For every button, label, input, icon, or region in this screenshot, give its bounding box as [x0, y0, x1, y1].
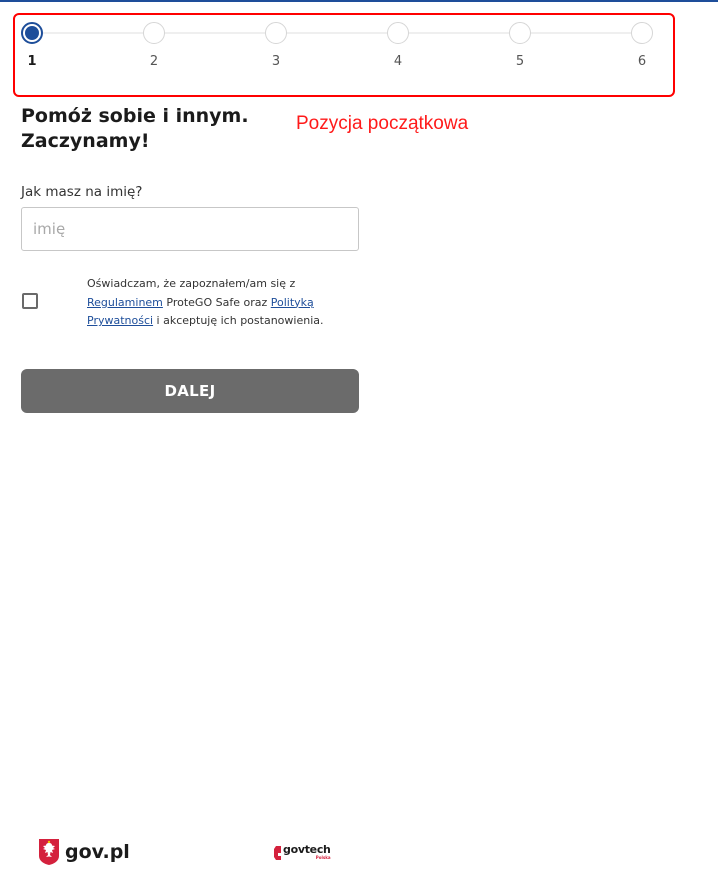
polish-eagle-emblem-icon	[39, 839, 59, 865]
name-field-label: Jak masz na imię?	[21, 184, 143, 200]
govpl-logo[interactable]: gov.pl	[38, 838, 130, 866]
govtech-wordmark: govtech Polska	[283, 843, 331, 863]
annotation-label: Pozycja początkowa	[296, 113, 469, 134]
name-input[interactable]	[21, 207, 359, 251]
page-title: Pomóż sobie i innym. Zaczynamy!	[21, 105, 249, 152]
annotation-highlight-box	[13, 13, 675, 97]
consent-text-middle: ProteGO Safe oraz	[162, 295, 271, 309]
consent-checkbox[interactable]	[22, 293, 38, 309]
next-button[interactable]: DALEJ	[21, 369, 359, 413]
terms-link[interactable]: Regulaminem	[87, 296, 163, 309]
govpl-label: gov.pl	[65, 841, 130, 863]
consent-text: Oświadczam, że zapoznałem/am się z Regul…	[87, 275, 357, 331]
consent-text-before: Oświadczam, że zapoznałem/am się z	[87, 277, 296, 290]
govtech-logo[interactable]: govtech Polska	[273, 843, 331, 863]
govtech-mark-icon	[274, 846, 281, 860]
govtech-sub-label: Polska	[315, 855, 331, 860]
consent-text-after: i akceptuję ich postanowienia.	[153, 314, 324, 327]
